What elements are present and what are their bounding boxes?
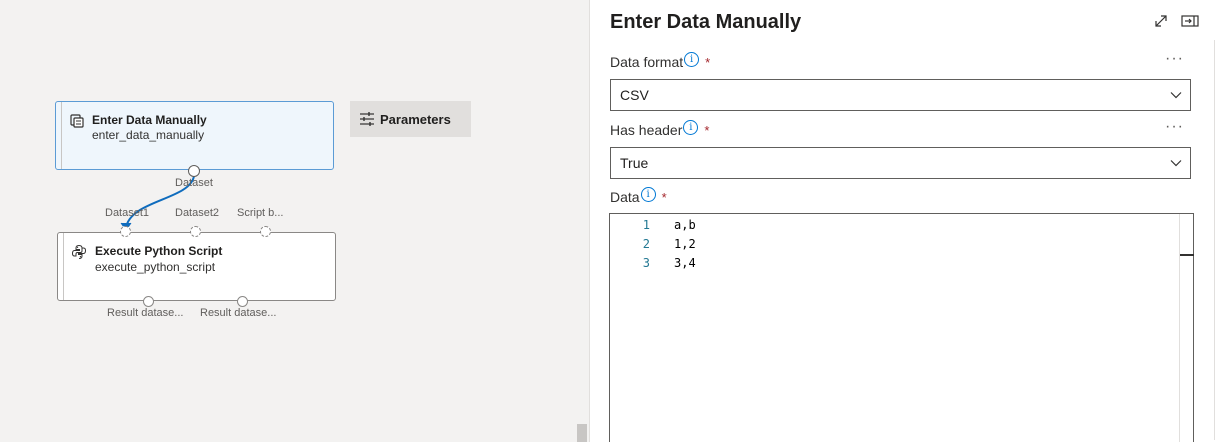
module-connection-edge [120, 175, 195, 231]
module-subtitle: enter_data_manually [92, 128, 205, 142]
has-header-more-options-button[interactable]: ··· [1165, 118, 1184, 136]
data-label: Data i * [610, 186, 667, 205]
line-text: 3,4 [674, 256, 696, 270]
input-port-dataset2[interactable] [190, 226, 201, 237]
sliders-icon [360, 112, 374, 126]
required-indicator: * [661, 189, 667, 205]
data-format-more-options-button[interactable]: ··· [1165, 50, 1184, 68]
line-number: 3 [642, 256, 650, 270]
line-text: 1,2 [674, 237, 696, 251]
editor-scrollbar[interactable] [1179, 214, 1194, 442]
port-label-dataset1: Dataset1 [105, 207, 150, 219]
python-icon [71, 244, 87, 259]
data-label-text: Data [610, 189, 640, 205]
canvas-scrollbar-thumb[interactable] [577, 424, 587, 442]
execute-python-script-module[interactable]: Execute Python Script execute_python_scr… [57, 232, 336, 301]
has-header-label-text: Has header [610, 122, 683, 138]
chevron-down-icon [1170, 160, 1182, 167]
port-label-dataset: Dataset [175, 177, 213, 189]
has-header-value: True [620, 155, 649, 171]
data-format-dropdown[interactable]: CSV [610, 79, 1191, 111]
panel-title: Enter Data Manually [610, 11, 802, 33]
output-port-dataset[interactable] [188, 165, 200, 177]
info-icon[interactable]: i [684, 51, 700, 67]
module-title: Enter Data Manually [92, 113, 207, 127]
output-port-result-dataset1[interactable] [143, 296, 154, 307]
dock-right-icon[interactable] [1181, 12, 1199, 30]
data-code-editor[interactable]: 1 a,b 2 1,2 3 3,4 [609, 213, 1194, 442]
port-label-result-dataset1: Result datase... [107, 307, 184, 319]
port-label-result-dataset2: Result datase... [200, 307, 277, 319]
enter-data-manually-module[interactable]: Enter Data Manually enter_data_manually [55, 101, 334, 170]
parameters-label: Parameters [380, 111, 451, 127]
dataset-module-icon [70, 114, 84, 128]
module-accent-bar [63, 233, 64, 300]
line-text: a,b [674, 218, 696, 232]
input-port-script-bundle[interactable] [260, 226, 271, 237]
line-number: 1 [642, 218, 650, 232]
info-icon[interactable]: i [640, 186, 656, 202]
module-accent-bar [61, 102, 62, 169]
chevron-down-icon [1170, 92, 1182, 99]
module-title: Execute Python Script [95, 244, 223, 258]
panel-scrollbar[interactable] [1214, 40, 1219, 440]
has-header-label: Has header i * [610, 119, 710, 138]
module-properties-panel: Enter Data Manually Data format i * ··· … [589, 0, 1219, 442]
module-subtitle: execute_python_script [95, 260, 216, 274]
required-indicator: * [704, 122, 710, 138]
parameters-button[interactable]: Parameters [350, 101, 471, 137]
required-indicator: * [705, 54, 711, 70]
editor-scroll-position-marker [1180, 254, 1194, 256]
pipeline-canvas[interactable]: Enter Data Manually enter_data_manually … [0, 0, 588, 442]
data-format-label-text: Data format [610, 54, 684, 70]
port-label-dataset2: Dataset2 [175, 207, 220, 219]
port-label-script-bundle: Script b... [237, 207, 284, 219]
info-icon[interactable]: i [683, 119, 699, 135]
line-number: 2 [642, 237, 650, 251]
has-header-dropdown[interactable]: True [610, 147, 1191, 179]
expand-icon[interactable] [1152, 12, 1170, 30]
output-port-result-dataset2[interactable] [237, 296, 248, 307]
data-format-value: CSV [620, 87, 649, 103]
data-format-label: Data format i * [610, 51, 711, 70]
input-port-dataset1[interactable] [120, 226, 131, 237]
